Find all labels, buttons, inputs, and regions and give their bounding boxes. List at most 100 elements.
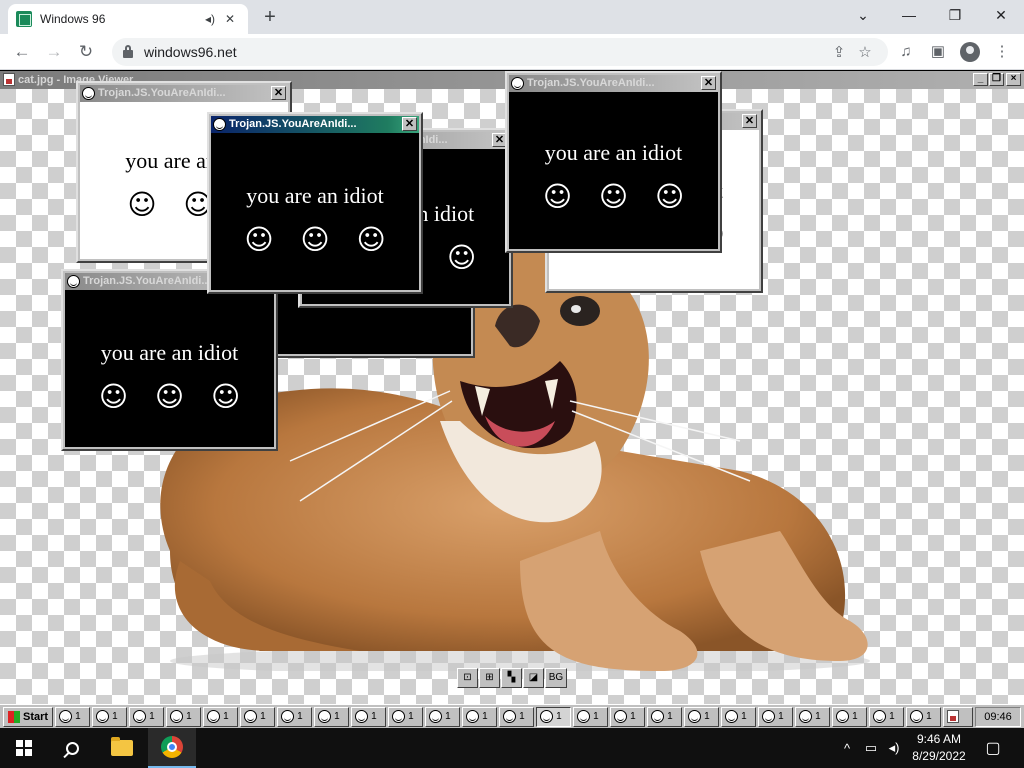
search-button[interactable] xyxy=(48,728,96,768)
volume-icon[interactable]: ◂) xyxy=(884,728,904,768)
smiley-icon xyxy=(688,710,702,723)
smiley-icon xyxy=(318,710,332,723)
file-explorer-button[interactable] xyxy=(98,728,146,768)
task-button-popup[interactable]: 1 xyxy=(388,706,424,727)
task-button-popup[interactable]: 1 xyxy=(869,706,905,727)
actual-size-button[interactable]: ⊞ xyxy=(479,668,500,688)
smiley-icon xyxy=(281,710,295,723)
task-button-popup[interactable]: 1 xyxy=(832,706,868,727)
profile-button[interactable] xyxy=(956,38,984,66)
more-icon[interactable]: ⋮ xyxy=(988,38,1016,66)
notification-icon[interactable]: ▢ xyxy=(978,728,1008,768)
task-button-popup[interactable]: 1 xyxy=(499,706,535,727)
task-button-popup[interactable]: 1 xyxy=(203,706,239,727)
task-button-popup[interactable]: 1 xyxy=(795,706,831,727)
star-icon[interactable]: ☆ xyxy=(852,43,878,61)
task-button-label: 1 xyxy=(519,711,525,722)
url-text[interactable]: windows96.net xyxy=(144,44,826,60)
task-button-popup[interactable]: 1 xyxy=(684,706,720,727)
network-icon[interactable]: ▭ xyxy=(860,728,882,768)
task-button-popup[interactable]: 1 xyxy=(758,706,794,727)
media-icon[interactable]: ♫ xyxy=(892,38,920,66)
restore-window-button[interactable]: ❐ xyxy=(932,0,978,30)
task-button-popup[interactable]: 1 xyxy=(721,706,757,727)
viewer-maximize-button[interactable]: ❐ xyxy=(989,73,1004,86)
task-button-popup[interactable]: 1 xyxy=(462,706,498,727)
task-button-popup[interactable]: 1 xyxy=(240,706,276,727)
bg-button[interactable]: BG xyxy=(545,668,567,688)
task-button-label: 1 xyxy=(482,711,488,722)
popup-message: you are an idiot xyxy=(544,140,683,165)
windows-start-button[interactable] xyxy=(0,728,48,768)
popup-title: Trojan.JS.YouAreAnIdi... xyxy=(83,275,211,287)
popup-message: you are an idiot xyxy=(246,183,384,208)
task-button-popup[interactable]: 1 xyxy=(55,706,91,727)
task-button-label: 1 xyxy=(186,711,192,722)
lock-icon[interactable] xyxy=(122,45,134,59)
start-button[interactable]: Start xyxy=(3,706,54,727)
browser-tab[interactable]: Windows 96 ◂) ✕ xyxy=(8,4,248,34)
task-button-popup[interactable]: 1 xyxy=(610,706,646,727)
smiley-icon xyxy=(910,710,924,723)
task-button-popup[interactable]: 1 xyxy=(314,706,350,727)
fit-image-button[interactable]: ⊡ xyxy=(457,668,478,688)
viewer-minimize-button[interactable]: _ xyxy=(973,73,988,86)
reload-icon[interactable]: ↻ xyxy=(72,38,100,66)
task-button-popup[interactable]: 1 xyxy=(573,706,609,727)
close-icon[interactable]: ✕ xyxy=(742,114,757,128)
task-button-label: 1 xyxy=(112,711,118,722)
close-icon[interactable]: ✕ xyxy=(271,86,286,100)
forward-arrow-icon[interactable]: → xyxy=(40,38,68,66)
task-button-popup[interactable]: 1 xyxy=(351,706,387,727)
task-button-label: 1 xyxy=(334,711,340,722)
smiley-icon xyxy=(133,710,147,723)
popup-body: you are an idiot ☺ ☺ ☺ xyxy=(509,92,718,249)
task-button-popup[interactable]: 1 xyxy=(92,706,128,727)
viewer-close-button[interactable]: × xyxy=(1006,73,1021,86)
task-button-popup[interactable]: 1 xyxy=(166,706,202,727)
chrome-taskbar-button[interactable] xyxy=(148,728,196,768)
task-button-popup[interactable]: 1 xyxy=(906,706,942,727)
tab-search-chevron-icon[interactable]: ⌄ xyxy=(840,0,886,30)
popup-message: you are an idiot xyxy=(100,340,239,365)
task-button-label: 1 xyxy=(815,711,821,722)
close-icon[interactable]: ✕ xyxy=(701,76,716,90)
windows96-favicon-icon xyxy=(16,11,32,27)
chrome-icon xyxy=(161,736,183,758)
popup-titlebar[interactable]: Trojan.JS.YouAreAnIdi... ✕ xyxy=(211,116,419,133)
smiley-icon xyxy=(429,710,443,723)
task-button-popup[interactable]: 1 xyxy=(425,706,461,727)
smiley-icon xyxy=(82,87,95,100)
popup-titlebar[interactable]: Trojan.JS.YouAreAnIdi... ✕ xyxy=(509,75,718,92)
side-panel-icon[interactable]: ▣ xyxy=(924,38,952,66)
show-hidden-icons-chevron-icon[interactable]: ^ xyxy=(838,728,856,768)
trojan-popup[interactable]: Trojan.JS.YouAreAnIdi...✕ you are an idi… xyxy=(61,269,278,451)
smiley-icon xyxy=(96,710,110,723)
trojan-popup[interactable]: Trojan.JS.YouAreAnIdi...✕ you are an idi… xyxy=(505,71,722,253)
popup-titlebar[interactable]: Trojan.JS.YouAreAnIdi... ✕ xyxy=(80,85,288,102)
back-arrow-icon[interactable]: ← xyxy=(8,38,36,66)
sound-icon[interactable]: ◂) xyxy=(200,12,220,26)
task-button-popup[interactable]: 1 xyxy=(647,706,683,727)
trojan-popup-active[interactable]: Trojan.JS.YouAreAnIdi... ✕ you are an idi… xyxy=(207,112,423,294)
smiley-icon xyxy=(762,710,776,723)
task-button-popup[interactable]: 1 xyxy=(536,706,572,727)
task-button-label: 1 xyxy=(297,711,303,722)
smiley-icon xyxy=(614,710,628,723)
task-button-popup[interactable]: 1 xyxy=(277,706,313,727)
task-button-label: 1 xyxy=(704,711,710,722)
checker-bg-button[interactable]: ▚ xyxy=(501,668,522,688)
task-button-popup[interactable]: 1 xyxy=(129,706,165,727)
task-button-image-viewer[interactable] xyxy=(943,706,974,727)
close-window-button[interactable]: ✕ xyxy=(978,0,1024,30)
system-clock[interactable]: 9:46 AM 8/29/2022 xyxy=(902,731,976,765)
close-icon[interactable]: ✕ xyxy=(402,117,417,131)
close-tab-icon[interactable]: ✕ xyxy=(220,12,240,26)
minimize-window-button[interactable]: — xyxy=(886,0,932,30)
chrome-tab-strip: Windows 96 ◂) ✕ + ⌄ — ❐ ✕ xyxy=(0,0,1024,34)
address-bar[interactable]: windows96.net ⇪ ☆ xyxy=(112,38,888,66)
new-tab-button[interactable]: + xyxy=(258,6,282,30)
share-icon[interactable]: ⇪ xyxy=(826,43,852,61)
dark-bg-button[interactable]: ◪ xyxy=(523,668,544,688)
task-button-label: 1 xyxy=(741,711,747,722)
